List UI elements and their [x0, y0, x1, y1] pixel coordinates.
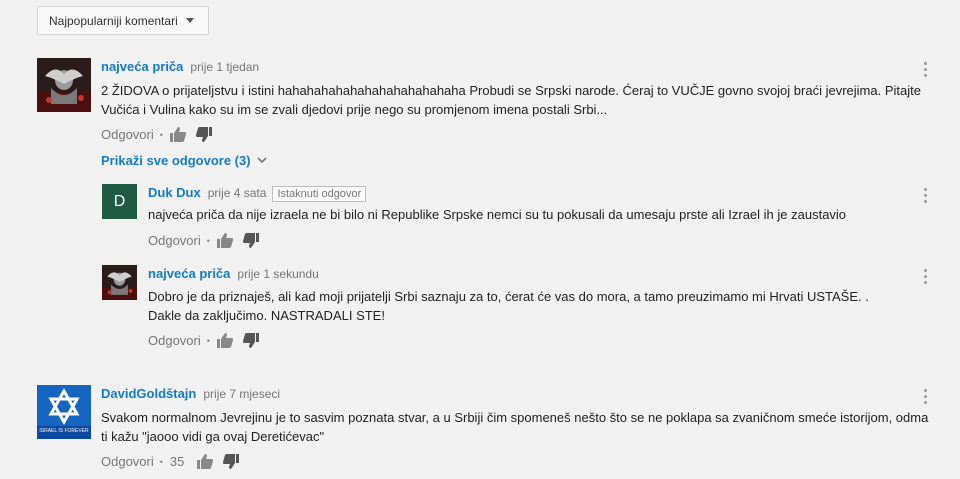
separator-dot: • [159, 129, 163, 140]
comment-text: 2 ŽIDOVA o prijateljstvu i istini hahaha… [101, 83, 921, 117]
thumbs-up-icon[interactable] [216, 333, 233, 348]
thumbs-down-icon[interactable] [223, 454, 240, 469]
reply-button[interactable]: Odgovori [101, 454, 154, 469]
thumbs-up-icon[interactable] [197, 454, 214, 469]
like-count: 35 [169, 454, 185, 469]
highlighted-reply-badge: Istaknuti odgovor [272, 186, 367, 202]
reply-button[interactable]: Odgovori [148, 333, 201, 348]
comment-text: Svakom normalnom Jevrejinu je to sasvim … [101, 410, 929, 444]
reply-button[interactable]: Odgovori [148, 233, 201, 248]
caret-down-icon [185, 18, 194, 23]
reply-text: najveća priča da nije izraela ne bi bilo… [148, 207, 847, 222]
show-replies-button[interactable]: Prikaži sve odgovore (3) [101, 153, 267, 168]
more-actions-icon[interactable] [920, 188, 930, 206]
comment-author[interactable]: najveća priča [101, 59, 183, 74]
avatar[interactable]: ISRAEL IS FOREVER [37, 385, 91, 439]
more-actions-icon[interactable] [920, 389, 930, 407]
separator-dot: • [206, 335, 210, 346]
avatar-letter: D [113, 192, 126, 210]
more-actions-icon[interactable] [920, 62, 930, 80]
reply-button[interactable]: Odgovori [101, 127, 154, 142]
more-actions-icon[interactable] [920, 269, 930, 287]
thumbs-up-icon[interactable] [169, 127, 186, 142]
reply-time[interactable]: prije 4 sata [208, 186, 267, 200]
thumbs-down-icon[interactable] [242, 233, 259, 248]
reply-time[interactable]: prije 1 sekundu [237, 267, 318, 281]
sort-label: Najpopularniji komentari [49, 13, 178, 28]
sort-comments-dropdown[interactable]: Najpopularniji komentari [37, 6, 209, 35]
thumbs-up-icon[interactable] [216, 233, 233, 248]
thumbs-down-icon[interactable] [242, 333, 259, 348]
separator-dot: • [159, 456, 163, 467]
comment-time[interactable]: prije 7 mjeseci [203, 387, 280, 401]
thumbs-down-icon[interactable] [195, 127, 212, 142]
avatar[interactable]: D [102, 184, 137, 219]
chevron-down-icon [256, 157, 267, 164]
separator-dot: • [206, 235, 210, 246]
avatar-caption: ISRAEL IS FOREVER [39, 428, 89, 434]
comments-section: Najpopularniji komentari najveća priča p… [0, 0, 960, 479]
comment-author[interactable]: DavidGoldštajn [101, 386, 196, 401]
avatar[interactable] [37, 58, 91, 112]
reply-text: Dobro je da priznaješ, ali kad moji prij… [148, 289, 869, 323]
show-replies-label: Prikaži sve odgovore (3) [101, 153, 251, 168]
comment-time[interactable]: prije 1 tjedan [190, 60, 259, 74]
reply-author[interactable]: Duk Dux [148, 185, 201, 200]
reply-author[interactable]: najveća priča [148, 266, 230, 281]
avatar[interactable] [102, 265, 137, 300]
